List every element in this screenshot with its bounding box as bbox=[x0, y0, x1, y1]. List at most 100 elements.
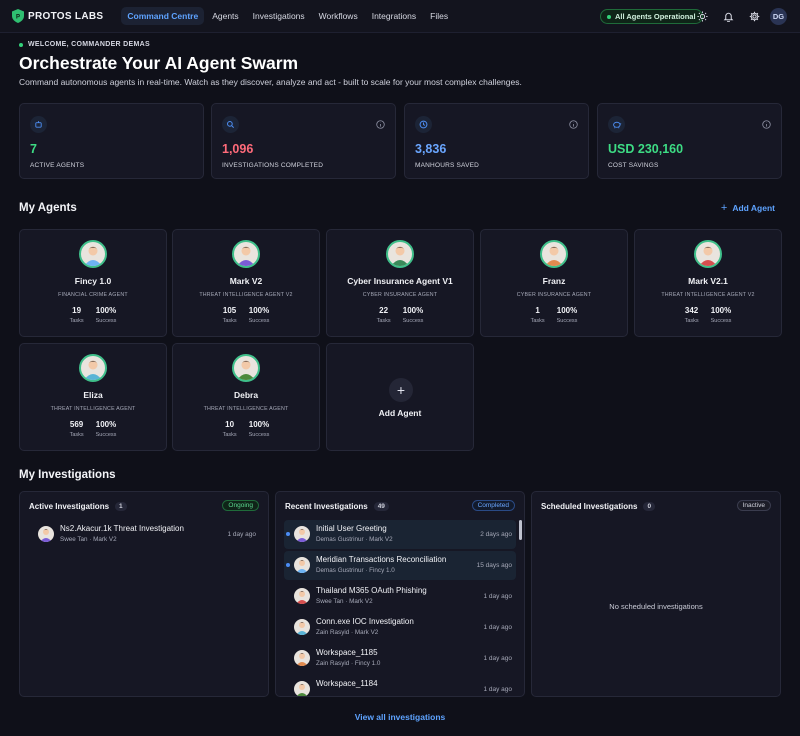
tasks-value: 105 bbox=[222, 306, 237, 315]
status-badge-inactive: Inactive bbox=[736, 500, 771, 511]
agent-card[interactable]: Cyber Insurance Agent V1 CYBER INSURANCE… bbox=[326, 229, 474, 337]
user-avatar-icon bbox=[296, 529, 308, 542]
success-value: 100% bbox=[248, 420, 270, 429]
success-label: Success bbox=[556, 318, 578, 324]
status-badge: All Agents Operational bbox=[600, 9, 703, 24]
agent-role: THREAT INTELLIGENCE AGENT V2 bbox=[661, 292, 755, 298]
agent-card[interactable]: Franz CYBER INSURANCE AGENT 1 Tasks 100% S… bbox=[480, 229, 628, 337]
plus-icon: + bbox=[720, 202, 728, 214]
notifications-button[interactable] bbox=[721, 9, 736, 24]
info-icon[interactable] bbox=[376, 120, 385, 129]
investigation-owner: Zain Rasyid · Mark V2 bbox=[316, 629, 379, 636]
agent-avatar-icon bbox=[545, 246, 563, 266]
user-avatar-icon bbox=[296, 684, 308, 696]
investigation-date: 1 day ago bbox=[483, 624, 512, 631]
user-avatar bbox=[294, 588, 310, 604]
nav-links: Command Centre Agents Investigations Wor… bbox=[121, 7, 456, 25]
success-label: Success bbox=[710, 318, 732, 324]
panel-title: Active Investigations bbox=[29, 502, 110, 511]
view-all-investigations-link[interactable]: View all investigations bbox=[0, 712, 800, 722]
tasks-value: 342 bbox=[684, 306, 699, 315]
success-value: 100% bbox=[402, 306, 424, 315]
user-avatar bbox=[38, 526, 54, 542]
nav-files[interactable]: Files bbox=[424, 7, 454, 25]
user-avatar-icon bbox=[296, 591, 308, 604]
success-label: Success bbox=[248, 318, 270, 324]
add-agent-button[interactable]: + Add Agent bbox=[721, 202, 775, 214]
agent-avatar bbox=[232, 240, 260, 268]
tasks-label: Tasks bbox=[376, 318, 391, 324]
count-badge: 1 bbox=[115, 502, 127, 511]
success-value: 100% bbox=[95, 420, 117, 429]
page-subtitle: Command autonomous agents in real-time. … bbox=[19, 77, 522, 87]
tasks-value: 10 bbox=[225, 420, 235, 429]
nav-integrations[interactable]: Integrations bbox=[366, 7, 422, 25]
agent-card[interactable]: Eliza THREAT INTELLIGENCE AGENT 569 Tasks… bbox=[19, 343, 167, 451]
investigation-row[interactable]: Meridian Transactions Reconciliation Dem… bbox=[284, 551, 516, 580]
success-label: Success bbox=[95, 432, 117, 438]
info-icon[interactable] bbox=[569, 120, 578, 129]
agents-section-title: My Agents bbox=[19, 202, 77, 214]
stat-value: USD 230,160 bbox=[608, 142, 684, 156]
tasks-value: 22 bbox=[379, 306, 389, 315]
user-avatar-icon bbox=[40, 529, 52, 542]
status-label: All Agents Operational bbox=[615, 12, 696, 21]
agent-avatar-icon bbox=[84, 360, 102, 380]
investigation-row[interactable]: Workspace_1185 Zain Rasyid · Fincy 1.0 1… bbox=[284, 644, 516, 673]
unread-dot-icon bbox=[286, 563, 290, 567]
nav-agents[interactable]: Agents bbox=[206, 7, 244, 25]
agent-name: Debra bbox=[233, 390, 259, 400]
agent-avatar bbox=[79, 354, 107, 382]
investigations-section-title: My Investigations bbox=[19, 469, 116, 481]
agent-avatar-icon bbox=[237, 360, 255, 380]
success-label: Success bbox=[402, 318, 424, 324]
theme-toggle-button[interactable] bbox=[695, 9, 710, 24]
agent-name: Mark V2.1 bbox=[688, 276, 728, 286]
agent-metrics: 342 Tasks 100% Success bbox=[635, 306, 781, 324]
agent-card[interactable]: Mark V2.1 THREAT INTELLIGENCE AGENT V2 3… bbox=[634, 229, 782, 337]
investigation-row[interactable]: Conn.exe IOC Investigation Zain Rasyid ·… bbox=[284, 613, 516, 642]
tasks-label: Tasks bbox=[222, 318, 237, 324]
stat-value: 7 bbox=[30, 142, 37, 156]
info-icon[interactable] bbox=[762, 120, 771, 129]
stat-label: ACTIVE AGENTS bbox=[30, 162, 85, 169]
settings-button[interactable] bbox=[747, 9, 762, 24]
add-agent-card[interactable]: + Add Agent bbox=[326, 343, 474, 451]
investigation-row[interactable]: Ns2.Akacur.1k Threat Investigation Swee … bbox=[28, 520, 260, 549]
sun-icon bbox=[697, 11, 708, 22]
svg-text:P: P bbox=[16, 15, 20, 21]
user-avatar[interactable]: DG bbox=[770, 8, 787, 25]
agent-card[interactable]: Fincy 1.0 FINANCIAL CRIME AGENT 19 Tasks … bbox=[19, 229, 167, 337]
agent-card[interactable]: Mark V2 THREAT INTELLIGENCE AGENT V2 105… bbox=[172, 229, 320, 337]
stat-value: 1,096 bbox=[222, 142, 254, 156]
scrollbar[interactable] bbox=[519, 520, 522, 540]
investigation-row[interactable]: Initial User Greeting Demas Gustrinur · … bbox=[284, 520, 516, 549]
user-avatar bbox=[294, 557, 310, 573]
investigation-row[interactable]: Thailand M365 OAuth Phishing Swee Tan · … bbox=[284, 582, 516, 611]
agent-card[interactable]: Debra THREAT INTELLIGENCE AGENT 10 Tasks … bbox=[172, 343, 320, 451]
investigation-title: Thailand M365 OAuth Phishing bbox=[316, 586, 427, 595]
panel-title: Recent Investigations bbox=[285, 502, 368, 511]
success-value: 100% bbox=[95, 306, 117, 315]
investigation-owner: Zain Rasyid · Fincy 1.0 bbox=[316, 660, 381, 667]
brand[interactable]: P PROTOS LABS bbox=[12, 9, 103, 23]
nav-command-centre[interactable]: Command Centre bbox=[121, 7, 205, 25]
investigation-owner: Swee Tan · Mark V2 bbox=[60, 536, 117, 543]
stat-card-investigations: 1,096 INVESTIGATIONS COMPLETED bbox=[211, 103, 396, 179]
panel-header: Recent Investigations 49 bbox=[285, 502, 389, 511]
tasks-label: Tasks bbox=[69, 318, 84, 324]
online-dot-icon bbox=[19, 42, 23, 47]
agent-avatar bbox=[232, 354, 260, 382]
success-value: 100% bbox=[710, 306, 732, 315]
nav-workflows[interactable]: Workflows bbox=[313, 7, 364, 25]
bell-icon bbox=[723, 12, 734, 22]
investigation-title: Workspace_1184 bbox=[316, 679, 378, 688]
investigation-row[interactable]: Workspace_1184 1 day ago bbox=[284, 675, 516, 696]
agent-avatar bbox=[79, 240, 107, 268]
agent-role: FINANCIAL CRIME AGENT bbox=[58, 292, 128, 298]
investigation-owner: Demas Gustrinur · Mark V2 bbox=[316, 536, 393, 543]
investigation-date: 1 day ago bbox=[483, 655, 512, 662]
user-avatar bbox=[294, 526, 310, 542]
stat-value: 3,836 bbox=[415, 142, 447, 156]
nav-investigations[interactable]: Investigations bbox=[247, 7, 311, 25]
